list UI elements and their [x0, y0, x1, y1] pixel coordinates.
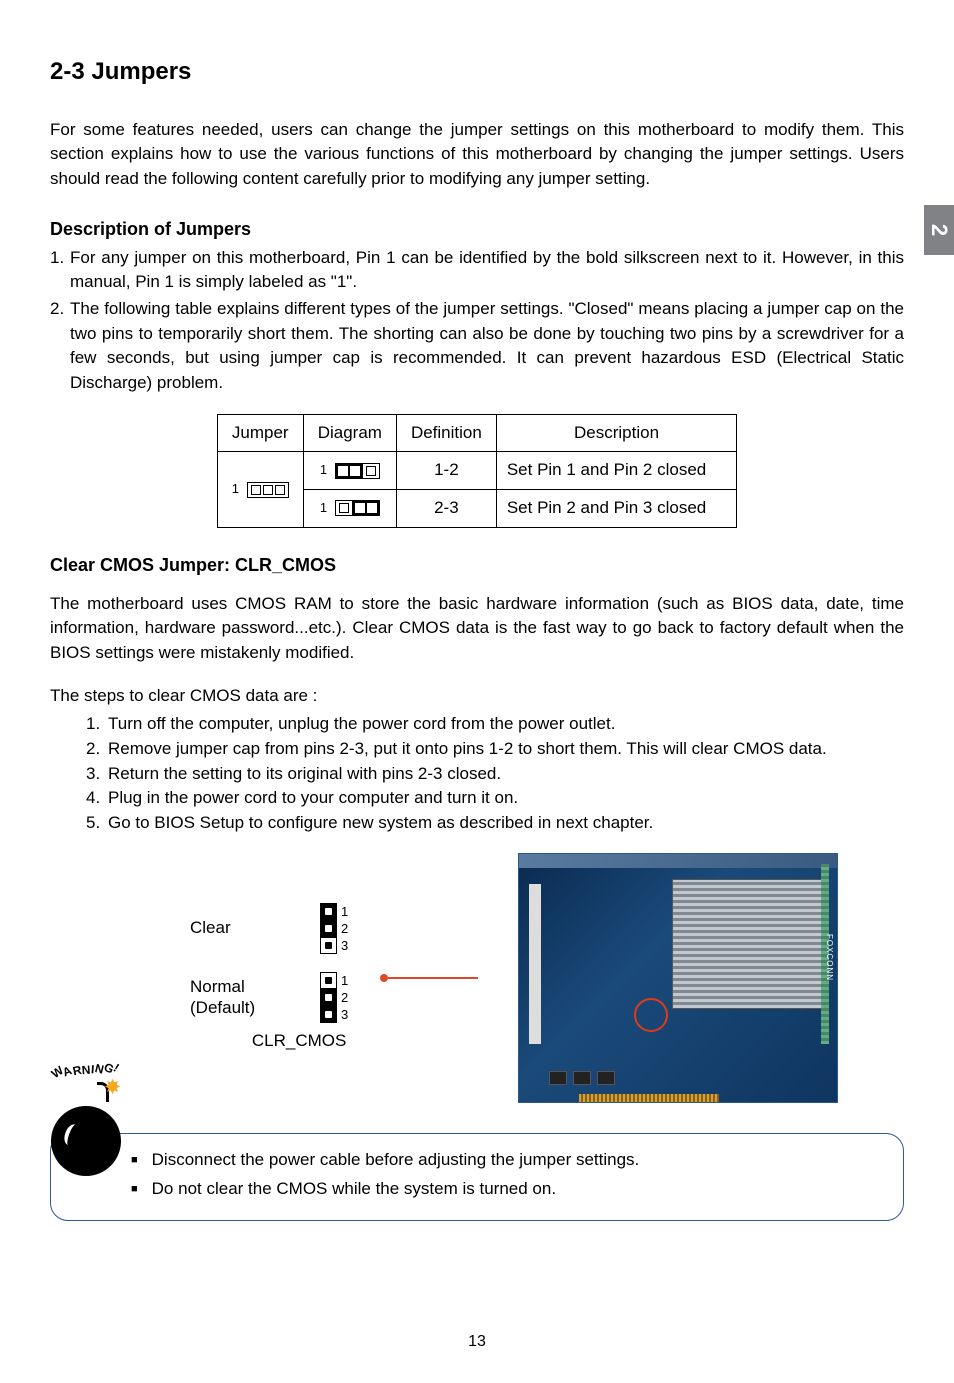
th-jumper: Jumper: [217, 414, 303, 452]
normal-pins-icon: 1 2 3: [320, 972, 348, 1023]
step-list: 1.Turn off the computer, unplug the powe…: [86, 712, 904, 835]
section-title: 2-3 Jumpers: [50, 55, 904, 90]
step-1: 1.Turn off the computer, unplug the powe…: [86, 712, 904, 737]
desc-23: Set Pin 2 and Pin 3 closed: [496, 489, 736, 527]
jumper-states: Clear 1 2 3 Normal(Default) 1 2 3: [190, 903, 348, 1023]
desc-item-1: 1. For any jumper on this motherboard, P…: [50, 246, 904, 295]
step-2: 2.Remove jumper cap from pins 2-3, put i…: [86, 737, 904, 762]
def-12: 1-2: [396, 452, 496, 490]
jumper-location-highlight: [634, 998, 668, 1032]
description-heading: Description of Jumpers: [50, 216, 904, 242]
warning-box: WARNING! ✸ ■Disconnect the power cable b…: [50, 1133, 904, 1220]
jumper-base-diagram-cell: 1: [217, 452, 303, 527]
jumper-12-icon: [335, 463, 380, 479]
state-clear: Clear 1 2 3: [190, 903, 348, 954]
step-5: 5.Go to BIOS Setup to configure new syst…: [86, 811, 904, 836]
th-description: Description: [496, 414, 736, 452]
figure-row: Clear 1 2 3 Normal(Default) 1 2 3: [50, 853, 904, 1103]
jumper-23-icon: [335, 500, 380, 516]
th-diagram: Diagram: [303, 414, 396, 452]
clr-cmos-label: CLR_CMOS: [250, 1029, 348, 1054]
chapter-side-tab: 2: [924, 205, 954, 255]
clear-pins-icon: 1 2 3: [320, 903, 348, 954]
state-normal: Normal(Default) 1 2 3: [190, 972, 348, 1023]
jumper-base-icon: [247, 482, 289, 498]
desc-12: Set Pin 1 and Pin 2 closed: [496, 452, 736, 490]
warning-bomb-icon: WARNING! ✸: [47, 1076, 133, 1176]
step-3: 3.Return the setting to its original wit…: [86, 762, 904, 787]
page-content: 2-3 Jumpers For some features needed, us…: [0, 0, 954, 1261]
warning-item-1: ■Disconnect the power cable before adjus…: [131, 1148, 883, 1173]
step-4: 4.Plug in the power cord to your compute…: [86, 786, 904, 811]
connector-line: [388, 977, 478, 979]
steps-intro: The steps to clear CMOS data are :: [50, 684, 904, 709]
clr-cmos-paragraph: The motherboard uses CMOS RAM to store t…: [50, 592, 904, 666]
jumper-table: Jumper Diagram Definition Description 1 …: [217, 414, 738, 528]
def-23: 2-3: [396, 489, 496, 527]
desc-item-2: 2. The following table explains differen…: [50, 297, 904, 396]
motherboard-image: FOXCONN: [518, 853, 838, 1103]
clr-cmos-heading: Clear CMOS Jumper: CLR_CMOS: [50, 552, 904, 578]
intro-paragraph: For some features needed, users can chan…: [50, 118, 904, 192]
warning-item-2: ■Do not clear the CMOS while the system …: [131, 1177, 883, 1202]
diagram-12-cell: 1: [303, 452, 396, 490]
diagram-23-cell: 1: [303, 489, 396, 527]
th-definition: Definition: [396, 414, 496, 452]
page-number: 13: [0, 1330, 954, 1353]
